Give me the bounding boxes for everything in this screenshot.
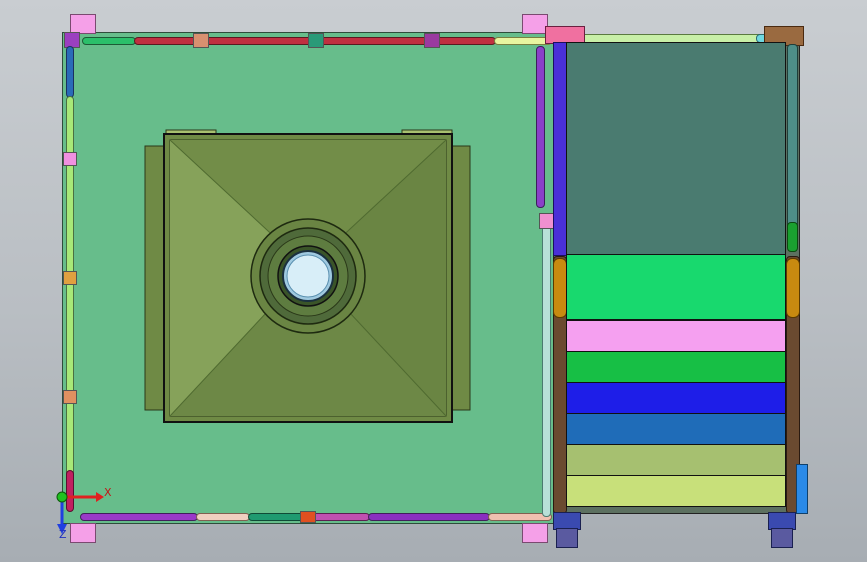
layer-lime[interactable] bbox=[566, 475, 786, 507]
cabinet-right-post bbox=[787, 44, 798, 246]
left-rail-top bbox=[66, 46, 74, 98]
divider-rail-top bbox=[536, 46, 545, 208]
z-axis-label: Z bbox=[59, 528, 67, 541]
rail-clip bbox=[63, 271, 77, 285]
teal-module[interactable] bbox=[566, 42, 786, 256]
rail-clip bbox=[63, 390, 77, 404]
caster-foot bbox=[771, 528, 793, 548]
layer-mid-green[interactable] bbox=[566, 351, 786, 383]
center-opening bbox=[250, 218, 366, 334]
cad-viewport[interactable]: X Z bbox=[0, 0, 867, 562]
rail-clip bbox=[193, 33, 209, 48]
square-hopper[interactable] bbox=[140, 128, 475, 428]
corner-post bbox=[70, 14, 96, 34]
layer-steel-blue[interactable] bbox=[566, 413, 786, 445]
cabinet-left-post bbox=[553, 42, 567, 256]
bottom-rail-c bbox=[248, 513, 304, 521]
top-rail-light bbox=[494, 37, 552, 45]
layer-olive[interactable] bbox=[566, 444, 786, 476]
gold-knob bbox=[786, 258, 800, 318]
caster-foot bbox=[556, 528, 578, 548]
axis-origin bbox=[56, 491, 68, 503]
layer-pink[interactable] bbox=[566, 320, 786, 352]
layer-stack bbox=[566, 254, 786, 508]
top-rail-left bbox=[82, 37, 136, 45]
cabinet-right-post-cap bbox=[787, 222, 798, 252]
rail-clip bbox=[424, 33, 440, 48]
layer-blue[interactable] bbox=[566, 382, 786, 414]
blue-bracket bbox=[796, 464, 808, 514]
divider-rail bbox=[542, 225, 551, 517]
rail-clip bbox=[63, 152, 77, 166]
rail-clip bbox=[300, 511, 316, 523]
corner-post bbox=[522, 523, 548, 543]
rail-clip bbox=[308, 33, 324, 48]
layer-green[interactable] bbox=[566, 254, 786, 320]
gold-knob bbox=[553, 258, 567, 318]
bottom-rail-e bbox=[368, 513, 490, 521]
bottom-rail-b bbox=[196, 513, 250, 521]
x-axis-label: X bbox=[104, 486, 112, 499]
